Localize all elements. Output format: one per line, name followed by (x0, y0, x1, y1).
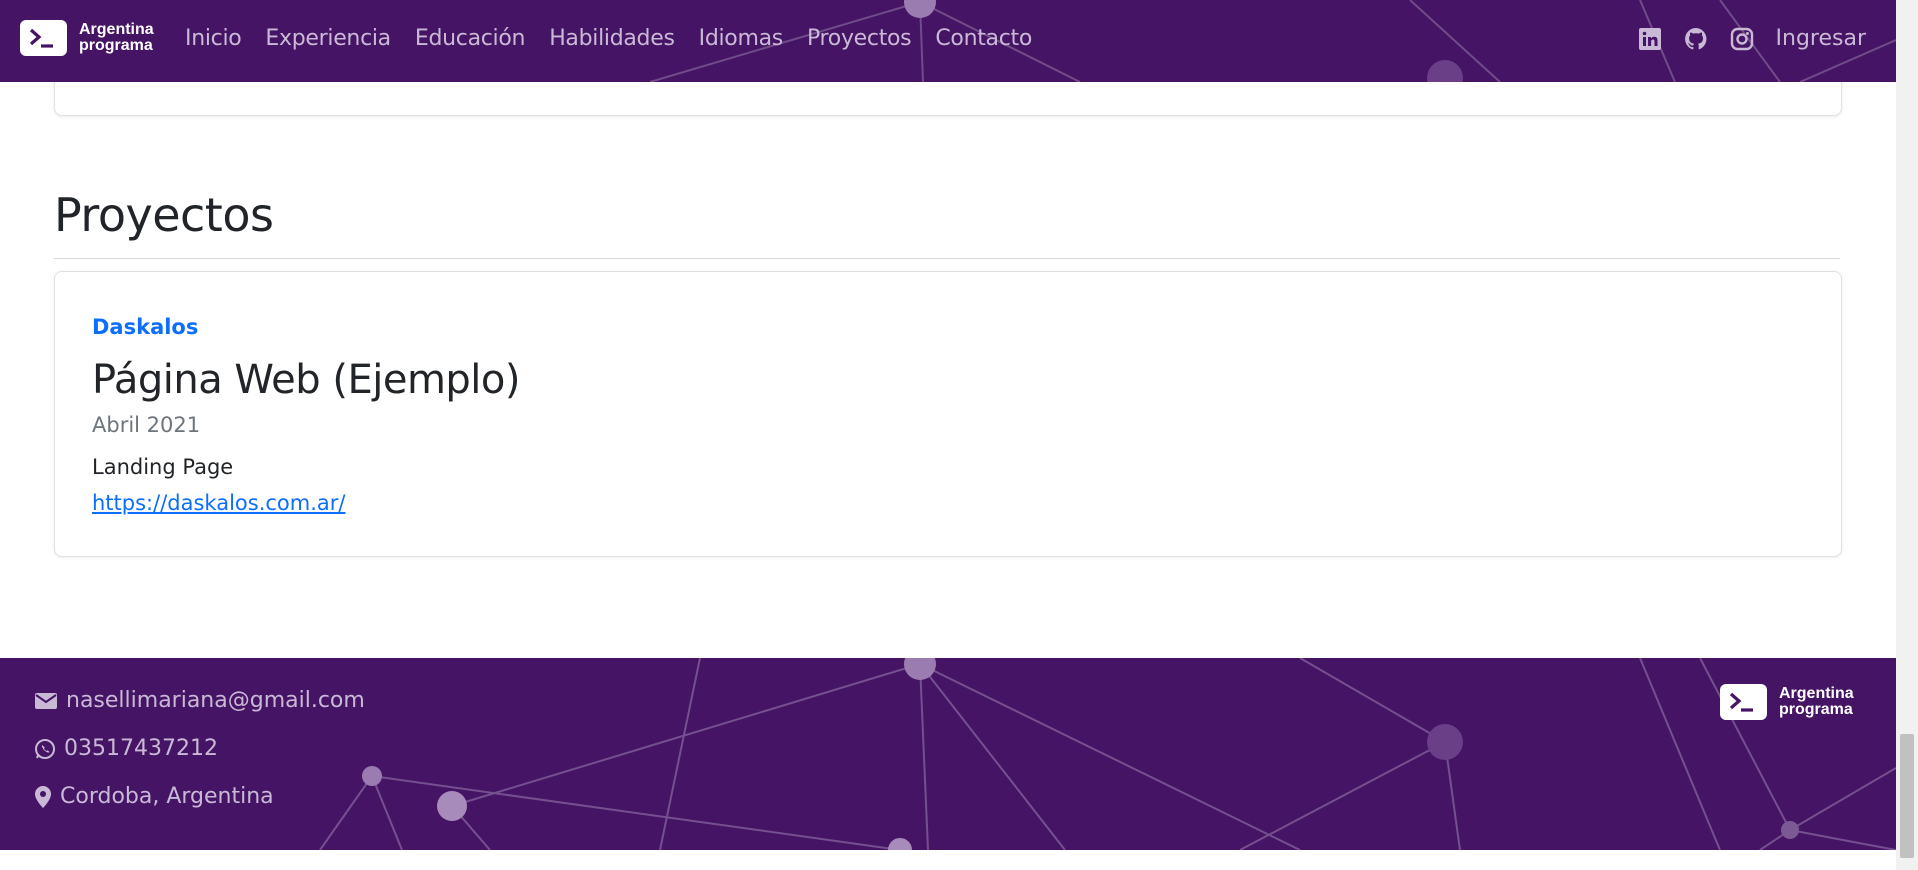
whatsapp-icon (35, 738, 55, 759)
navbar: Argentina programa Inicio Experiencia Ed… (0, 0, 1896, 82)
contact-location-text: Cordoba, Argentina (60, 784, 274, 809)
project-company: Daskalos (92, 315, 199, 339)
footer-brand-logo: Argentina programa (1720, 684, 1854, 720)
project-title: Página Web (Ejemplo) (92, 357, 521, 403)
footer-brand-line2: programa (1779, 701, 1853, 718)
nav-right: Ingresar (1638, 26, 1866, 51)
contact-location: Cordoba, Argentina (34, 784, 274, 809)
nav-link-idiomas[interactable]: Idiomas (699, 26, 784, 51)
login-link[interactable]: Ingresar (1776, 26, 1866, 51)
network-background-footer (319, 658, 1896, 850)
contact-phone: 03517437212 (34, 736, 218, 761)
brand-line1: Argentina (79, 21, 154, 38)
nav-link-proyectos[interactable]: Proyectos (807, 26, 912, 51)
scrollbar[interactable] (1896, 0, 1918, 870)
project-card: Daskalos Página Web (Ejemplo) Abril 2021… (54, 271, 1842, 557)
contact-phone-text: 03517437212 (64, 736, 218, 761)
terminal-icon (20, 20, 67, 56)
scrollbar-thumb[interactable] (1900, 734, 1914, 858)
project-description: Landing Page (92, 455, 234, 479)
page-bottom (0, 850, 1896, 870)
project-date: Abril 2021 (92, 413, 201, 437)
brand-text: Argentina programa (79, 22, 154, 54)
nav-links: Inicio Experiencia Educación Habilidades… (185, 26, 1056, 51)
nav-link-habilidades[interactable]: Habilidades (549, 26, 675, 51)
footer: nasellimariana@gmail.com 03517437212 Cor… (0, 658, 1896, 850)
section-divider (54, 258, 1840, 259)
map-pin-icon (35, 785, 51, 808)
terminal-icon (1720, 684, 1767, 720)
nav-link-experiencia[interactable]: Experiencia (265, 26, 391, 51)
linkedin-icon[interactable] (1638, 27, 1662, 51)
envelope-icon (35, 692, 57, 709)
contact-email: nasellimariana@gmail.com (34, 688, 365, 713)
instagram-icon[interactable] (1730, 27, 1754, 51)
github-icon[interactable] (1684, 27, 1708, 51)
brand-logo[interactable]: Argentina programa (20, 20, 154, 56)
footer-brand-text: Argentina programa (1779, 686, 1854, 718)
brand-line2: programa (79, 37, 153, 54)
page: Argentina programa Inicio Experiencia Ed… (0, 0, 1896, 870)
footer-brand-line1: Argentina (1779, 685, 1854, 702)
contact-email-text: nasellimariana@gmail.com (66, 688, 365, 713)
section-title-proyectos: Proyectos (54, 188, 274, 242)
project-url-link[interactable]: https://daskalos.com.ar/ (92, 491, 345, 515)
nav-link-contacto[interactable]: Contacto (935, 26, 1032, 51)
nav-link-educacion[interactable]: Educación (415, 26, 526, 51)
nav-link-inicio[interactable]: Inicio (185, 26, 242, 51)
